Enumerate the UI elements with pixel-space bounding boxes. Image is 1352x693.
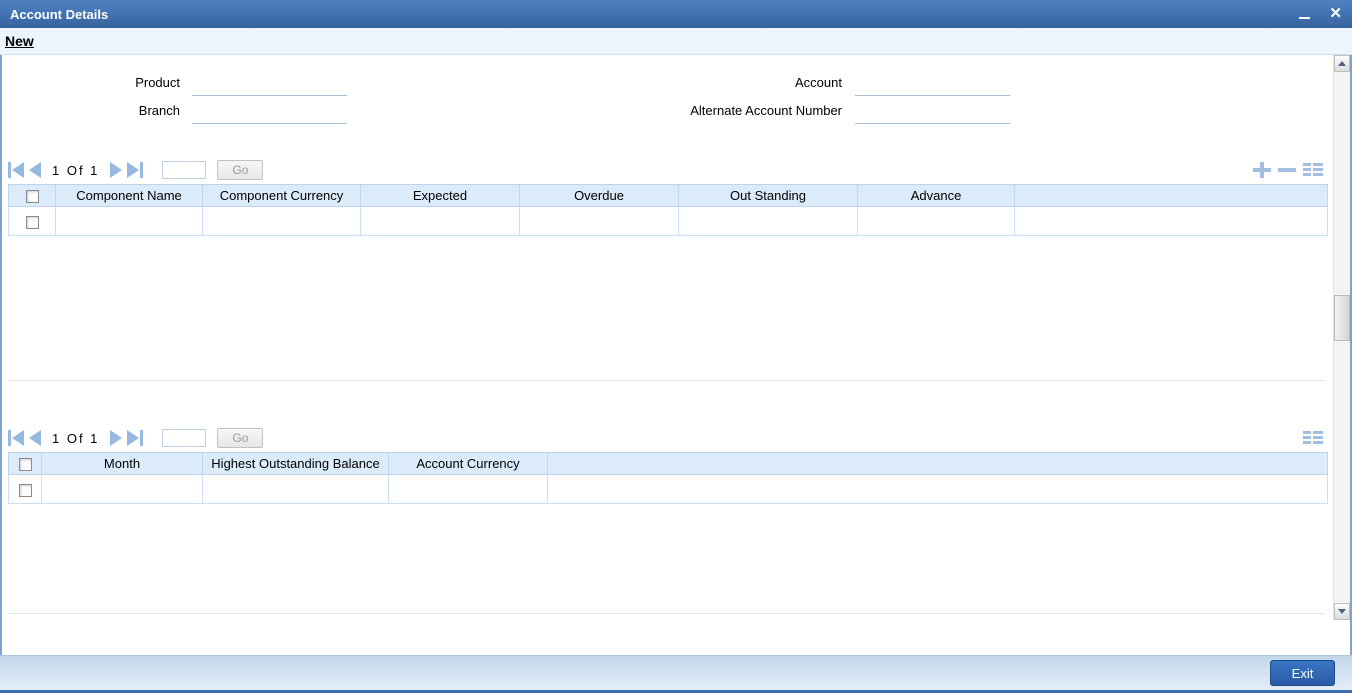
column-header-advance: Advance: [857, 184, 1015, 207]
cell-component-currency[interactable]: [202, 206, 361, 236]
column-header-empty: [547, 452, 1328, 475]
balances-toolbar: 1 Of 1 Go: [8, 425, 1324, 451]
column-header-overdue: Overdue: [519, 184, 679, 207]
components-toolbar: 1 Of 1 Go: [8, 157, 1324, 183]
components-table-row: [8, 206, 1328, 236]
cell-expected[interactable]: [360, 206, 520, 236]
alternate-account-number-label: Alternate Account Number: [690, 103, 842, 118]
account-label: Account: [795, 75, 842, 90]
column-header-component-name: Component Name: [55, 184, 203, 207]
column-header-component-currency: Component Currency: [202, 184, 361, 207]
previous-page-icon[interactable]: [29, 430, 41, 446]
balances-table: Month Highest Outstanding Balance Accoun…: [8, 452, 1328, 504]
select-all-header-cell: [8, 452, 42, 475]
details-icon[interactable]: [1302, 430, 1324, 446]
column-header-out-standing: Out Standing: [678, 184, 858, 207]
balances-header-row: Month Highest Outstanding Balance Accoun…: [8, 452, 1328, 475]
previous-page-icon[interactable]: [29, 162, 41, 178]
titlebar: Account Details ✕: [0, 0, 1352, 28]
add-row-icon[interactable]: [1252, 161, 1272, 179]
page-indicator: 1 Of 1: [52, 430, 100, 446]
page-indicator: 1 Of 1: [52, 162, 100, 178]
up-arrow-icon: [1338, 61, 1346, 66]
column-header-month: Month: [41, 452, 203, 475]
product-input[interactable]: [192, 75, 347, 96]
action-bar: New: [0, 28, 1352, 55]
go-button[interactable]: Go: [217, 160, 264, 180]
minimize-icon: [1298, 17, 1310, 19]
page-number-input[interactable]: [162, 161, 207, 179]
select-all-checkbox[interactable]: [18, 458, 32, 472]
alternate-account-number-input[interactable]: [855, 103, 1010, 124]
cell-highest-outstanding-balance[interactable]: [202, 474, 389, 504]
scroll-down-button[interactable]: [1334, 603, 1350, 620]
window-title: Account Details: [10, 6, 109, 22]
vertical-scrollbar[interactable]: [1333, 55, 1350, 620]
next-page-icon[interactable]: [110, 162, 123, 178]
column-header-expected: Expected: [360, 184, 520, 207]
scroll-up-button[interactable]: [1334, 55, 1350, 72]
components-header-row: Component Name Component Currency Expect…: [8, 184, 1328, 207]
cell-component-name[interactable]: [55, 206, 203, 236]
column-header-empty: [1014, 184, 1328, 207]
minimize-button[interactable]: [1297, 7, 1311, 21]
branch-input[interactable]: [192, 103, 347, 124]
account-details-window: Account Details ✕ New Product Branch Acc…: [0, 0, 1352, 693]
down-arrow-icon: [1338, 609, 1346, 614]
new-action[interactable]: New: [5, 33, 34, 49]
last-page-icon[interactable]: [127, 162, 144, 178]
select-all-header-cell: [8, 184, 56, 207]
row-select-cell: [8, 206, 56, 236]
scrollbar-thumb[interactable]: [1334, 295, 1350, 341]
cell-month[interactable]: [41, 474, 203, 504]
first-page-icon[interactable]: [8, 162, 24, 178]
go-button[interactable]: Go: [217, 428, 264, 448]
select-all-checkbox[interactable]: [25, 190, 39, 204]
column-header-account-currency: Account Currency: [388, 452, 548, 475]
column-header-highest-outstanding-balance: Highest Outstanding Balance: [202, 452, 389, 475]
row-checkbox[interactable]: [18, 483, 32, 497]
row-checkbox[interactable]: [25, 215, 39, 229]
section-divider: [8, 613, 1325, 614]
cell-overdue[interactable]: [519, 206, 679, 236]
cell-trailing-empty: [1014, 206, 1328, 236]
cell-advance[interactable]: [857, 206, 1015, 236]
footer-bar: Exit: [0, 655, 1352, 690]
next-page-icon[interactable]: [110, 430, 123, 446]
branch-label: Branch: [138, 103, 180, 118]
components-table: Component Name Component Currency Expect…: [8, 184, 1328, 236]
row-select-cell: [8, 474, 42, 504]
account-input[interactable]: [855, 75, 1010, 96]
details-icon[interactable]: [1302, 162, 1324, 178]
exit-button[interactable]: Exit: [1270, 660, 1335, 686]
cell-trailing-empty: [547, 474, 1328, 504]
balances-table-row: [8, 474, 1328, 504]
cell-out-standing[interactable]: [678, 206, 858, 236]
cell-account-currency[interactable]: [388, 474, 548, 504]
section-divider: [8, 380, 1325, 381]
window-controls: ✕: [1297, 6, 1342, 21]
product-label: Product: [135, 75, 180, 90]
first-page-icon[interactable]: [8, 430, 24, 446]
page-number-input[interactable]: [162, 429, 207, 447]
delete-row-icon[interactable]: [1277, 161, 1297, 179]
last-page-icon[interactable]: [127, 430, 144, 446]
close-button[interactable]: ✕: [1329, 6, 1342, 21]
